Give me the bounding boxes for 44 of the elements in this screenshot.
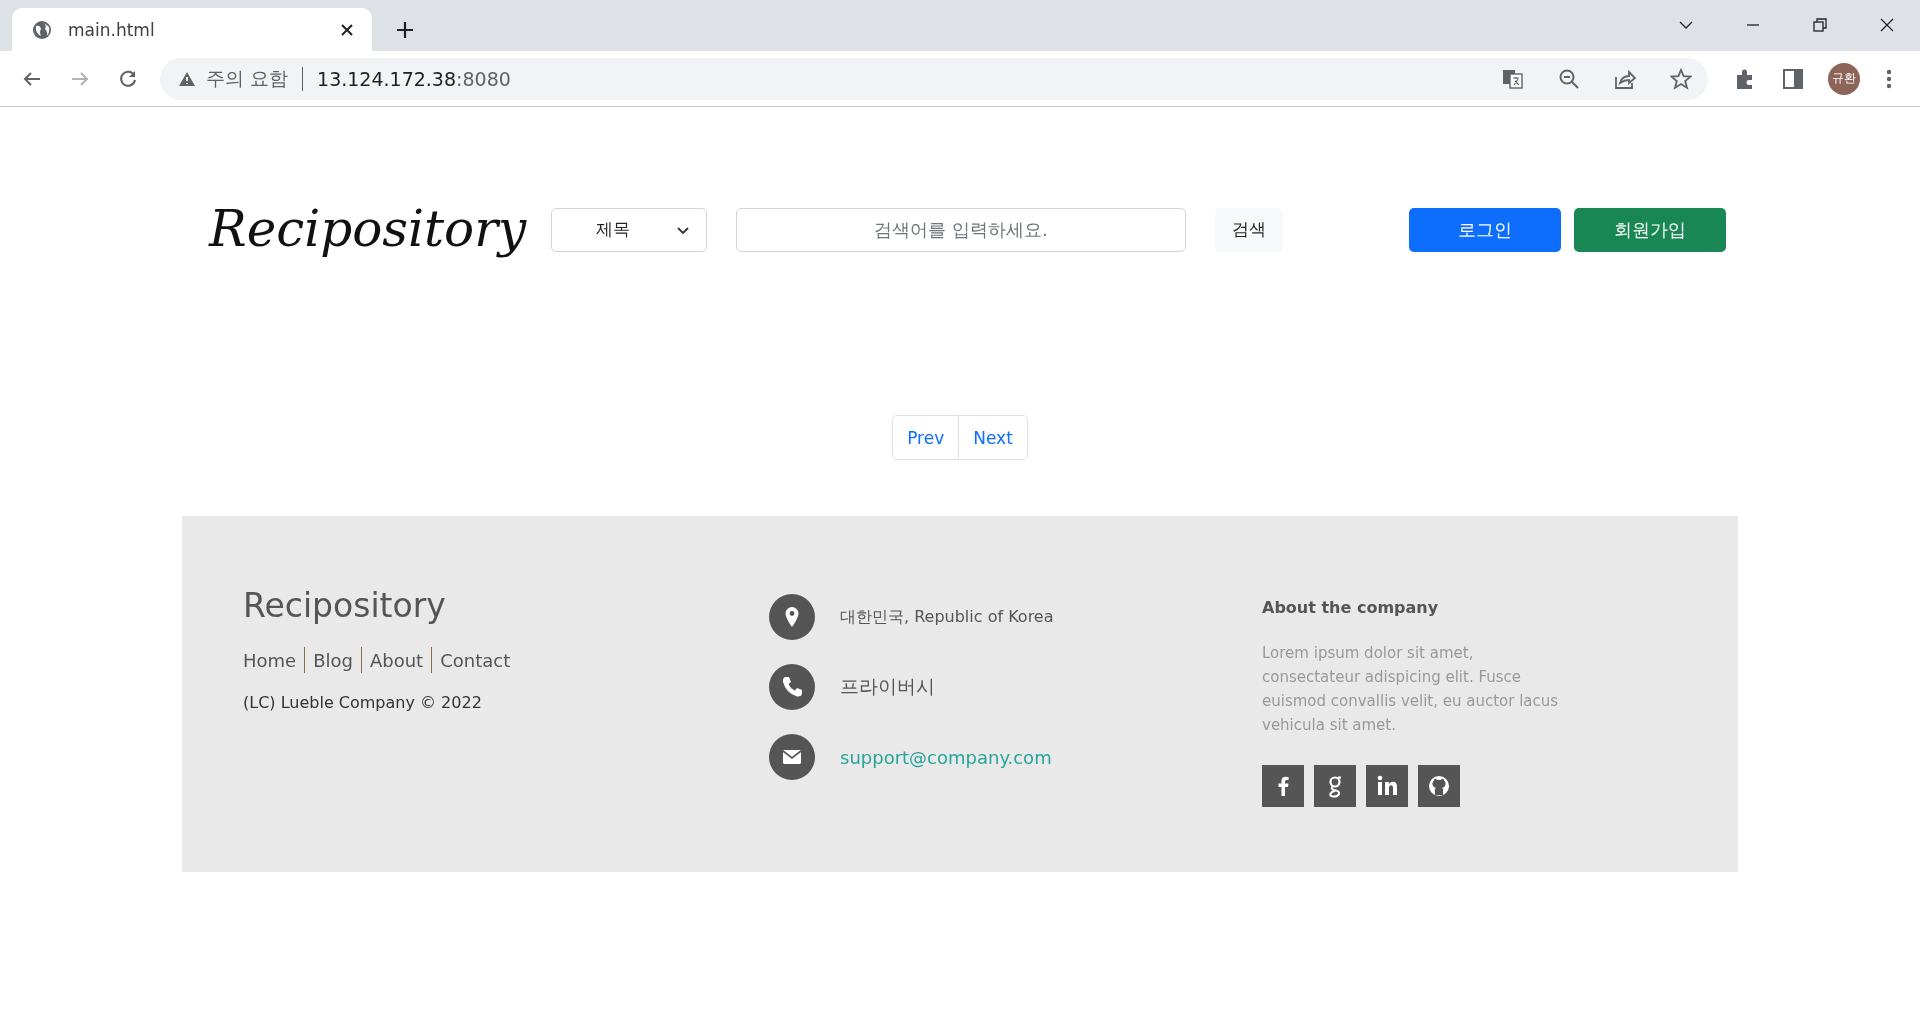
github-icon[interactable] — [1418, 765, 1460, 807]
about-text: Lorem ipsum dolor sit amet, consectateur adispicing elit. Fusce euismod convallis velit, eu auctor lacus vehicula sit amet. — [1262, 643, 1560, 736]
pagination-link[interactable]: Next — [959, 415, 1028, 460]
close-icon[interactable] — [340, 22, 354, 37]
contact-text: 대한민국, Republic of Korea — [840, 606, 1054, 628]
phone-icon — [769, 664, 815, 710]
search-type-select[interactable]: 제목 — [551, 207, 707, 252]
copyright-text: (LC) Lueble Company © 2022 — [243, 693, 483, 712]
footer-link[interactable]: Blog — [313, 649, 353, 671]
security-label: 주의 요함 — [206, 65, 289, 91]
facebook-icon[interactable] — [1262, 765, 1304, 807]
login-button[interactable]: 로그인 — [1409, 207, 1561, 252]
contact-text: 프라이버시 — [840, 674, 935, 699]
tab-title: main.html — [68, 19, 156, 40]
side-panel-icon[interactable] — [1782, 67, 1804, 90]
map-pin-icon — [769, 594, 815, 640]
share-icon[interactable] — [1614, 67, 1636, 90]
footer-link[interactable]: About — [369, 649, 424, 671]
footer-brand: Recipository — [243, 586, 447, 625]
restore-icon[interactable] — [1812, 17, 1828, 33]
close-icon[interactable] — [1879, 17, 1895, 33]
globe-icon — [32, 19, 52, 40]
browser-tab[interactable]: main.html — [12, 8, 372, 51]
google-icon[interactable] — [1314, 765, 1356, 807]
pagination-link[interactable]: Prev — [892, 415, 960, 460]
warning-icon — [178, 70, 196, 87]
linkedin-icon[interactable] — [1366, 765, 1408, 807]
search-button[interactable]: 검색 — [1215, 207, 1283, 252]
plus-icon[interactable] — [396, 21, 414, 39]
profile-avatar[interactable]: 규환 — [1828, 62, 1860, 95]
signup-button[interactable]: 회원가입 — [1574, 207, 1726, 252]
reload-icon[interactable] — [118, 68, 138, 89]
address-bar[interactable]: 주의 요함 13.124.172.38:8080 — [160, 57, 1708, 100]
footer-link[interactable]: Contact — [440, 649, 511, 671]
star-icon[interactable] — [1670, 67, 1692, 90]
more-icon[interactable] — [1886, 67, 1892, 90]
translate-icon[interactable] — [1502, 67, 1524, 90]
logo-text[interactable]: Recipository — [209, 197, 551, 262]
search-field[interactable]: 검색어를 입력하세요. — [736, 207, 1186, 252]
about-title: About the company — [1262, 598, 1440, 617]
url-text: 13.124.172.38:8080 — [317, 67, 511, 90]
footer-link[interactable]: Home — [243, 649, 297, 671]
zoom-out-icon[interactable] — [1558, 67, 1580, 90]
envelope-icon — [769, 734, 815, 780]
